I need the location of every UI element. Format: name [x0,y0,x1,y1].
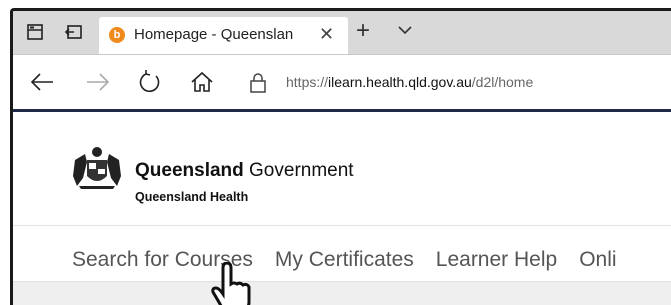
lock-icon[interactable] [248,72,268,94]
nav-online[interactable]: Onli [579,248,616,272]
close-icon[interactable]: ✕ [319,24,334,45]
back-icon[interactable] [29,69,55,95]
nav-learner-help[interactable]: Learner Help [436,248,557,272]
address-bar[interactable]: https://ilearn.health.qld.gov.au/d2l/hom… [248,69,671,97]
hand-cursor-icon [211,261,255,305]
url-host: ilearn.health.qld.gov.au [328,74,472,90]
brand-subtitle: Queensland Health [135,190,249,204]
tab-preview-icon[interactable] [26,23,44,41]
forward-icon[interactable] [85,69,111,95]
divider [13,225,671,226]
url-text[interactable]: https://ilearn.health.qld.gov.au/d2l/hom… [286,74,533,90]
brand-bold: Queensland [135,160,244,181]
nav-my-certificates[interactable]: My Certificates [275,248,414,272]
url-scheme: https:// [286,74,329,90]
site-navigation: Search for Courses My Certificates Learner… [72,248,639,272]
navigation-bar: https://ilearn.health.qld.gov.au/d2l/hom… [13,55,671,112]
new-tab-icon[interactable]: + [356,19,370,43]
tab-title: Homepage - Queenslan [134,26,294,43]
set-aside-tabs-icon[interactable] [64,23,83,41]
brand-title[interactable]: Queensland Government [135,160,354,182]
site-favicon-icon: b [109,27,125,43]
home-icon[interactable] [189,69,215,95]
queensland-crest-logo[interactable] [67,146,127,190]
active-tab[interactable]: b Homepage - Queenslan ✕ [99,17,348,54]
tab-bar: b Homepage - Queenslan ✕ + [13,11,671,55]
brand-rest: Government [243,160,354,181]
refresh-icon[interactable] [137,69,163,95]
tab-dropdown-icon[interactable] [396,21,414,39]
page-content: Queensland Government Queensland Health … [13,112,671,305]
sub-navigation-bar [13,281,671,305]
browser-window: b Homepage - Queenslan ✕ + https://ilear… [10,8,671,305]
url-path: /d2l/home [471,74,534,90]
